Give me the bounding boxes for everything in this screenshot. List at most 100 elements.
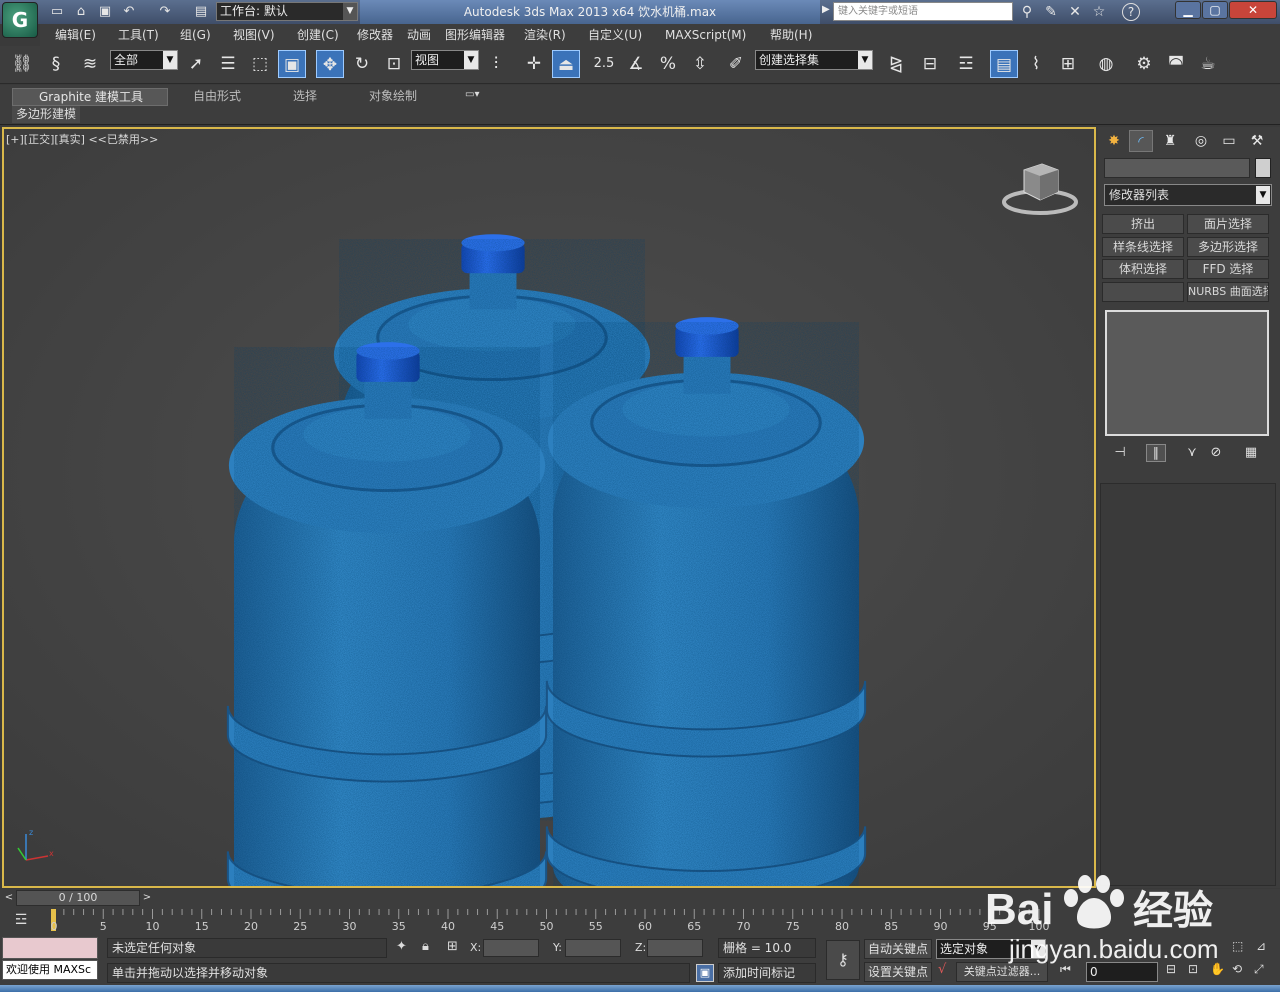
water-bottle-left[interactable] (226, 340, 548, 888)
layer-manager-icon[interactable]: ☲ (952, 50, 980, 78)
search-input[interactable]: 键入关键字或短语 (833, 2, 1013, 21)
viewport-label[interactable]: [+][正交][真实] <<已禁用>> (6, 131, 158, 147)
menu-customize[interactable]: 自定义(U) (588, 24, 642, 46)
schematic-view-icon[interactable]: ⊞ (1054, 50, 1082, 78)
modifier-stack[interactable] (1105, 310, 1269, 436)
spline-select-button[interactable]: 样条线选择 (1102, 237, 1184, 257)
snaps-toggle-icon[interactable]: 2.5 (590, 50, 618, 78)
edit-named-selection-icon[interactable]: ✐ (722, 50, 750, 78)
open-file-icon[interactable]: ⌂ (72, 3, 90, 21)
bind-space-warp-icon[interactable]: ≋ (76, 50, 104, 78)
minimize-button[interactable]: ▁ (1175, 1, 1201, 19)
motion-panel-icon[interactable]: ◎ (1189, 130, 1213, 152)
subtab-polygon-modeling[interactable]: 多边形建模 (12, 106, 80, 123)
maxscript-mini-listener[interactable]: 欢迎使用 MAXSc (2, 960, 98, 980)
time-tag-icon[interactable]: ▣ (696, 964, 714, 982)
make-unique-icon[interactable]: ⋎ (1182, 444, 1202, 462)
tab-freeform[interactable]: 自由形式 (193, 88, 241, 105)
binoculars-icon[interactable]: ⚲ (1017, 3, 1037, 21)
perspective-viewport[interactable] (2, 127, 1096, 888)
empty-modifier-button[interactable] (1102, 282, 1184, 302)
rectangular-selection-icon[interactable]: ⬚ (246, 50, 274, 78)
show-end-result-icon[interactable]: ∥ (1146, 444, 1166, 462)
maxscript-listener[interactable] (2, 937, 98, 959)
favorites-star-icon[interactable]: ☆ (1089, 3, 1109, 21)
utilities-panel-icon[interactable]: ⚒ (1245, 130, 1269, 152)
object-name-field[interactable] (1104, 158, 1250, 178)
close-button[interactable]: ✕ (1229, 1, 1277, 19)
remove-modifier-icon[interactable]: ⊘ (1206, 444, 1226, 462)
redo-icon[interactable]: ↷ (156, 3, 174, 21)
patch-select-button[interactable]: 面片选择 (1187, 214, 1269, 234)
percent-snap-icon[interactable]: % (654, 50, 682, 78)
selection-filter-dropdown[interactable]: 全部 ▼ (110, 50, 178, 70)
hierarchy-panel-icon[interactable]: ♜ (1158, 130, 1182, 152)
configure-modifier-sets-icon[interactable]: ▦ (1241, 444, 1261, 462)
modifier-list-dropdown[interactable]: 修改器列表 ▼ (1104, 184, 1272, 206)
rendered-frame-window-icon[interactable]: ◚ (1162, 50, 1190, 78)
previous-frame-icon[interactable]: < (2, 890, 16, 906)
time-slider-thumb[interactable]: 0 / 100 (16, 890, 140, 906)
expand-arrow-icon[interactable]: ▶ (822, 4, 830, 15)
help-icon[interactable]: ? (1122, 3, 1140, 21)
isolate-selection-icon[interactable]: ✦ (396, 939, 407, 954)
x-coordinate-field[interactable] (483, 939, 539, 957)
menu-edit[interactable]: 编辑(E) (55, 24, 96, 46)
extrude-button[interactable]: 挤出 (1102, 214, 1184, 234)
undo-icon[interactable]: ↶ (120, 3, 138, 21)
poly-select-button[interactable]: 多边形选择 (1187, 237, 1269, 257)
y-coordinate-field[interactable] (565, 939, 621, 957)
align-icon[interactable]: ⊟ (916, 50, 944, 78)
menu-modifiers[interactable]: 修改器 (357, 24, 393, 46)
mirror-icon[interactable]: ⧎ (882, 50, 910, 78)
select-object-icon[interactable]: ➚ (182, 50, 210, 78)
display-panel-icon[interactable]: ▭ (1217, 130, 1241, 152)
ribbon-options-icon[interactable]: ▭▾ (465, 89, 479, 100)
select-and-manipulate-icon[interactable]: ✛ (520, 50, 548, 78)
menu-maxscript[interactable]: MAXScript(M) (665, 24, 746, 46)
menu-help[interactable]: 帮助(H) (770, 24, 812, 46)
tab-graphite-modeling[interactable]: Graphite 建模工具 (12, 88, 168, 106)
tab-selection[interactable]: 选择 (293, 88, 317, 105)
modify-panel-icon[interactable]: ◜ (1129, 130, 1153, 152)
subscription-icon[interactable]: ✎ (1041, 3, 1061, 21)
new-file-icon[interactable]: ▭ (48, 3, 66, 21)
angle-snap-icon[interactable]: ∡ (622, 50, 650, 78)
menu-group[interactable]: 组(G) (180, 24, 211, 46)
nurbs-surface-select-button[interactable]: NURBS 曲面选择 (1187, 282, 1269, 302)
add-time-tag-button[interactable]: 添加时间标记 (718, 963, 816, 983)
maximize-button[interactable]: ▢ (1202, 1, 1228, 19)
z-coordinate-field[interactable] (647, 939, 703, 957)
set-key-button[interactable]: 设置关键点 (864, 962, 932, 982)
menu-graph-editors[interactable]: 图形编辑器 (445, 24, 505, 46)
pivot-center-icon[interactable]: ⫶ (482, 50, 510, 78)
unlink-icon[interactable]: § (42, 50, 70, 78)
set-key-icon[interactable]: ⚷ (826, 940, 860, 980)
window-crossing-icon[interactable]: ▣ (278, 50, 306, 78)
menu-views[interactable]: 视图(V) (233, 24, 275, 46)
project-folder-icon[interactable]: ▤ (192, 3, 210, 21)
menu-rendering[interactable]: 渲染(R) (524, 24, 566, 46)
menu-create[interactable]: 创建(C) (297, 24, 339, 46)
select-by-name-icon[interactable]: ☰ (214, 50, 242, 78)
keyboard-shortcut-toggle-icon[interactable]: ⏏ (552, 50, 580, 78)
reference-coordinate-dropdown[interactable]: 视图 ▼ (411, 50, 479, 70)
selection-lock-icon[interactable]: 🔒︎ (422, 939, 429, 954)
next-frame-icon[interactable]: > (140, 890, 154, 906)
render-setup-icon[interactable]: ⚙ (1130, 50, 1158, 78)
auto-key-button[interactable]: 自动关键点 (864, 939, 932, 959)
pin-stack-icon[interactable]: ⊣ (1110, 444, 1130, 462)
water-bottle-right[interactable] (545, 315, 867, 888)
menu-tools[interactable]: 工具(T) (118, 24, 159, 46)
absolute-mode-icon[interactable]: ⊞ (447, 939, 458, 954)
workspace-dropdown[interactable]: 工作台: 默认 ▼ (216, 2, 358, 21)
named-selection-dropdown[interactable]: 创建选择集 ▼ (755, 50, 873, 70)
menu-animation[interactable]: 动画 (407, 24, 431, 46)
create-panel-icon[interactable]: ✸ (1102, 130, 1126, 152)
select-and-scale-icon[interactable]: ⊡ (380, 50, 408, 78)
spinner-snap-icon[interactable]: ⇳ (686, 50, 714, 78)
communication-icon[interactable]: ✕ (1065, 3, 1085, 21)
material-editor-icon[interactable]: ◍ (1092, 50, 1120, 78)
curve-editor-icon[interactable]: ⌇ (1022, 50, 1050, 78)
graphite-toggle-icon[interactable]: ▤ (990, 50, 1018, 78)
